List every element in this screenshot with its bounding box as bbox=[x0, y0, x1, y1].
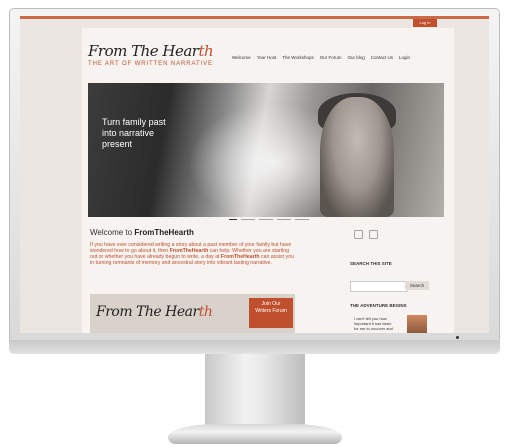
banner-logo-accent: th bbox=[198, 304, 213, 320]
nav-item-welcome[interactable]: Welcome bbox=[232, 55, 251, 60]
welcome-heading: Welcome to FromTheHearth bbox=[90, 228, 194, 237]
adventure-heading: THE ADVENTURE BEGINS bbox=[350, 303, 407, 308]
join-line-2: Writers Forum bbox=[255, 308, 287, 314]
intro-paragraph: If you have ever considered writing a st… bbox=[90, 242, 295, 266]
join-line-1: Join Our bbox=[261, 301, 281, 307]
search-heading: SEARCH THIS SITE bbox=[350, 261, 392, 266]
website-page: From The Hearth THE ART OF WRITTEN NARRA… bbox=[82, 28, 454, 333]
nav-item-forum[interactable]: Our Forum bbox=[320, 55, 342, 60]
search-button[interactable]: Search bbox=[405, 281, 429, 290]
slider-dot[interactable] bbox=[241, 219, 255, 220]
slider-dot[interactable] bbox=[229, 219, 237, 220]
welcome-prefix: Welcome to bbox=[90, 228, 135, 237]
nav-item-blog[interactable]: Our blog bbox=[348, 55, 365, 60]
join-forum-button[interactable]: Join Our Writers Forum bbox=[249, 298, 293, 328]
site-tagline: THE ART OF WRITTEN NARRATIVE bbox=[88, 61, 213, 67]
twitter-icon[interactable] bbox=[354, 230, 363, 239]
rss-icon[interactable] bbox=[369, 230, 378, 239]
logo-text: From The Hear bbox=[88, 42, 199, 60]
monitor-stand-neck bbox=[205, 354, 305, 428]
monitor-chin bbox=[9, 340, 500, 354]
nav-item-your-host[interactable]: Your Host bbox=[257, 55, 277, 60]
hero-portrait-image bbox=[320, 97, 394, 217]
slider-dot[interactable] bbox=[277, 219, 291, 220]
monitor-stand-base bbox=[168, 424, 342, 444]
slider-dot[interactable] bbox=[259, 219, 273, 220]
search-input[interactable] bbox=[350, 281, 408, 292]
banner-logo-text: From The Hear bbox=[96, 304, 199, 320]
nav-item-contact[interactable]: Contact Us bbox=[371, 55, 393, 60]
adventure-text: I can't tell you how important it has be… bbox=[354, 316, 393, 331]
slider-dot[interactable] bbox=[295, 219, 309, 220]
hero-text: Turn family past into narrative present bbox=[102, 117, 166, 149]
login-tab[interactable]: Log in bbox=[413, 19, 437, 27]
logo-accent-text: th bbox=[198, 42, 214, 60]
banner-logo: From The Hearth bbox=[96, 304, 213, 320]
adventure-photo bbox=[407, 315, 427, 333]
welcome-brand: FromTheHearth bbox=[134, 228, 194, 237]
nav-item-login[interactable]: Login bbox=[399, 55, 410, 60]
site-logo[interactable]: From The Hearth bbox=[88, 42, 214, 60]
social-icons bbox=[354, 230, 378, 239]
hero-banner[interactable]: Turn family past into narrative present bbox=[88, 83, 444, 217]
monitor-screen: Log in From The Hearth THE ART OF WRITTE… bbox=[20, 16, 489, 333]
nav-item-workshops[interactable]: The Workshops bbox=[282, 55, 313, 60]
main-nav: Welcome Your Host The Workshops Our Foru… bbox=[232, 55, 410, 60]
power-indicator-icon bbox=[456, 336, 459, 339]
forum-banner[interactable]: From The Hearth Join Our Writers Forum bbox=[90, 294, 295, 333]
slider-pagination[interactable] bbox=[229, 219, 309, 220]
